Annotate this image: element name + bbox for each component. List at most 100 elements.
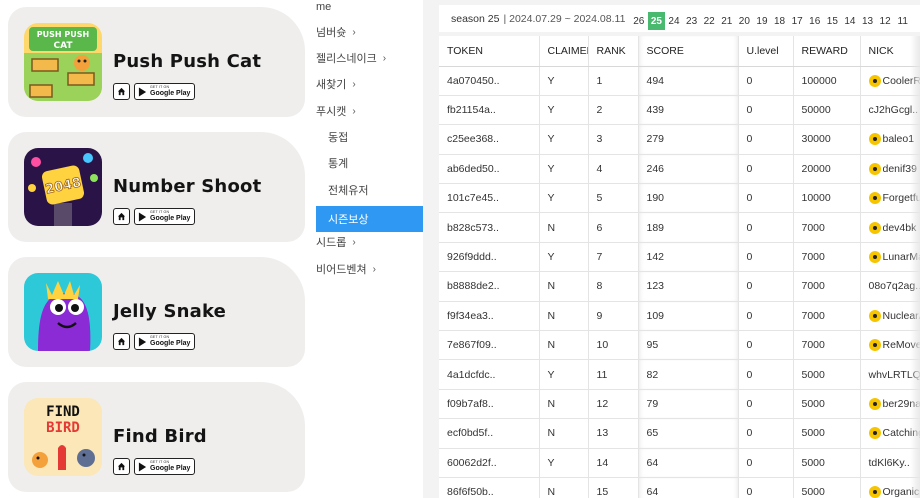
home-button[interactable]: [113, 458, 130, 475]
column-header-reward[interactable]: REWARD: [793, 36, 861, 67]
home-button[interactable]: [113, 83, 130, 100]
game-title: Number Shoot: [113, 176, 262, 197]
cell-rank: 6: [588, 212, 639, 243]
cell-token: 86f6f50b..: [439, 477, 540, 498]
menu-item-label: 비어드벤쳐: [316, 264, 367, 276]
jelly-snake-icon: [24, 273, 102, 351]
home-icon: [117, 212, 126, 221]
menu-item-label: 시드롭: [316, 237, 347, 249]
home-button[interactable]: [113, 333, 130, 350]
scroll-edge-shadow: [910, 36, 920, 498]
season-date-range: | 2024.07.29 ~ 2024.08.11: [503, 12, 626, 25]
menu-item-bird-adventure[interactable]: 비어드벤쳐 ›: [316, 256, 423, 282]
google-play-label: Google Play: [150, 89, 191, 97]
menu-item-number-shoot[interactable]: 넘버슛 ›: [316, 19, 423, 45]
google-play-button[interactable]: GET IT ON Google Play: [134, 458, 195, 475]
table-row[interactable]: ab6ded50.. Y 4 246 0 20000 denif39: [439, 154, 920, 185]
column-header-rank[interactable]: RANK: [588, 36, 639, 67]
column-header-user-level[interactable]: U.level: [738, 36, 794, 67]
cell-score: 279: [638, 124, 739, 155]
season-page-link[interactable]: 17: [788, 12, 806, 30]
column-header-claimed[interactable]: CLAIMED: [539, 36, 589, 67]
chevron-right-icon: ›: [372, 263, 376, 275]
cell-claimed: N: [539, 418, 589, 449]
cell-reward: 10000: [793, 183, 861, 214]
cell-rank: 10: [588, 330, 639, 361]
menu-item-find-bird[interactable]: 새찾기 ›: [316, 71, 423, 97]
table-row[interactable]: b828c573.. N 6 189 0 7000 dev4bk: [439, 212, 920, 243]
table-row[interactable]: c25ee368.. Y 3 279 0 30000 baleo1: [439, 124, 920, 155]
cell-rank: 5: [588, 183, 639, 214]
menu-item-seadrop[interactable]: 시드롭 ›: [316, 229, 423, 255]
google-play-button[interactable]: GET IT ON Google Play: [134, 208, 195, 225]
chevron-right-icon: ›: [352, 26, 356, 38]
chevron-right-icon: ›: [352, 78, 356, 90]
cell-reward: 5000: [793, 389, 861, 420]
nick-badge-icon: [868, 251, 881, 264]
google-play-button[interactable]: GET IT ON Google Play: [134, 333, 195, 350]
table-row[interactable]: ecf0bd5f.. N 13 65 0 5000 Catching: [439, 418, 920, 449]
season-page-link[interactable]: 15: [824, 12, 842, 30]
season-page-link[interactable]: 25: [647, 12, 666, 30]
home-button[interactable]: [113, 208, 130, 225]
cell-rank: 1: [588, 66, 639, 96]
menu-subitem-all-users[interactable]: 전체유저: [316, 177, 423, 203]
season-page-link[interactable]: 26: [630, 12, 648, 30]
season-page-link[interactable]: 12: [876, 12, 894, 30]
table-row[interactable]: 86f6f50b..N156405000Organics: [439, 477, 920, 498]
table-row[interactable]: 101c7e45..Y5190010000Forgetfu..: [439, 183, 920, 214]
table-row[interactable]: 4a070450..Y14940100000CoolerRo: [439, 66, 920, 96]
cell-score: 246: [638, 154, 739, 185]
cell-user-level: 0: [738, 448, 794, 478]
column-header-token[interactable]: TOKEN: [439, 36, 540, 67]
chevron-right-icon: ›: [352, 236, 356, 248]
season-page-link[interactable]: 21: [718, 12, 736, 30]
season-page-link[interactable]: 13: [859, 12, 877, 30]
season-page-link[interactable]: 18: [771, 12, 789, 30]
cell-claimed: N: [539, 271, 589, 302]
menu-subitem-stats[interactable]: 통계: [316, 150, 423, 176]
game-card-number-shoot[interactable]: 2048 Number Shoot GET IT ON Google Play: [8, 132, 305, 242]
cell-reward: 5000: [793, 448, 861, 478]
chevron-right-icon: ›: [382, 52, 387, 64]
season-page-link[interactable]: 22: [700, 12, 718, 30]
game-card-find-bird[interactable]: FIND BIRD Find Bird GET IT ON Google Pla…: [8, 382, 305, 492]
game-card-push-push-cat[interactable]: PUSH PUSH CAT Push Push Cat GET IT ON Go…: [8, 7, 305, 117]
menu-item-push-cat[interactable]: 푸시캣 ›: [316, 98, 423, 124]
cell-token: 7e867f09..: [439, 330, 540, 361]
ranking-table: TOKEN CLAIMED RANK SCORE U.level REWARD …: [439, 36, 920, 498]
season-page-link[interactable]: 19: [753, 12, 771, 30]
table-row[interactable]: 4a1dcfdc..Y118205000whvLRTLQ..: [439, 359, 920, 390]
table-row[interactable]: f9f34ea3..N910907000NuclearA: [439, 301, 920, 332]
table-row[interactable]: fb21154a.. Y 2 439 0 50000 cJ2hGcgl..: [439, 95, 920, 126]
home-icon: [117, 462, 126, 471]
cell-user-level: 0: [738, 95, 794, 126]
table-row[interactable]: 926f9ddd.. Y 7 142 0 7000 LunarMa: [439, 242, 920, 273]
menu-item-jelly-snake[interactable]: 젤리스네이크 ›: [316, 45, 423, 71]
menu-item-home[interactable]: me: [316, 0, 423, 20]
home-icon: [117, 337, 126, 346]
cell-token: 4a1dcfdc..: [439, 359, 540, 390]
menu-subitem-concurrent[interactable]: 동접: [316, 124, 423, 150]
cell-token: 60062d2f..: [439, 448, 540, 478]
cell-claimed: Y: [539, 154, 589, 185]
season-page-link[interactable]: 24: [665, 12, 683, 30]
game-card-jelly-snake[interactable]: Jelly Snake GET IT ON Google Play: [8, 257, 305, 367]
season-page-link[interactable]: 23: [683, 12, 701, 30]
find-bird-logo-text-1: FIND: [46, 404, 80, 420]
season-page-link[interactable]: 14: [841, 12, 859, 30]
season-page-link[interactable]: 20: [736, 12, 754, 30]
cell-reward: 7000: [793, 242, 861, 273]
season-page-link[interactable]: 11: [894, 12, 912, 30]
table-row[interactable]: f09b7af8.. N 12 79 0 5000 ber29na: [439, 389, 920, 420]
table-row[interactable]: 7e867f09..N109507000ReMoves: [439, 330, 920, 361]
table-row[interactable]: 60062d2f.. Y 14 64 0 5000 tdKl6Ky..: [439, 448, 920, 478]
google-play-button[interactable]: GET IT ON Google Play: [134, 83, 195, 100]
cell-claimed: N: [539, 330, 589, 361]
column-header-score[interactable]: SCORE: [638, 36, 739, 67]
cell-user-level: 0: [738, 477, 794, 498]
find-bird-logo-text-2: BIRD: [46, 420, 80, 436]
cell-rank: 11: [588, 359, 639, 390]
table-row[interactable]: b8888de2.. N 8 123 0 7000 08o7q2ag..: [439, 271, 920, 302]
season-page-link[interactable]: 16: [806, 12, 824, 30]
